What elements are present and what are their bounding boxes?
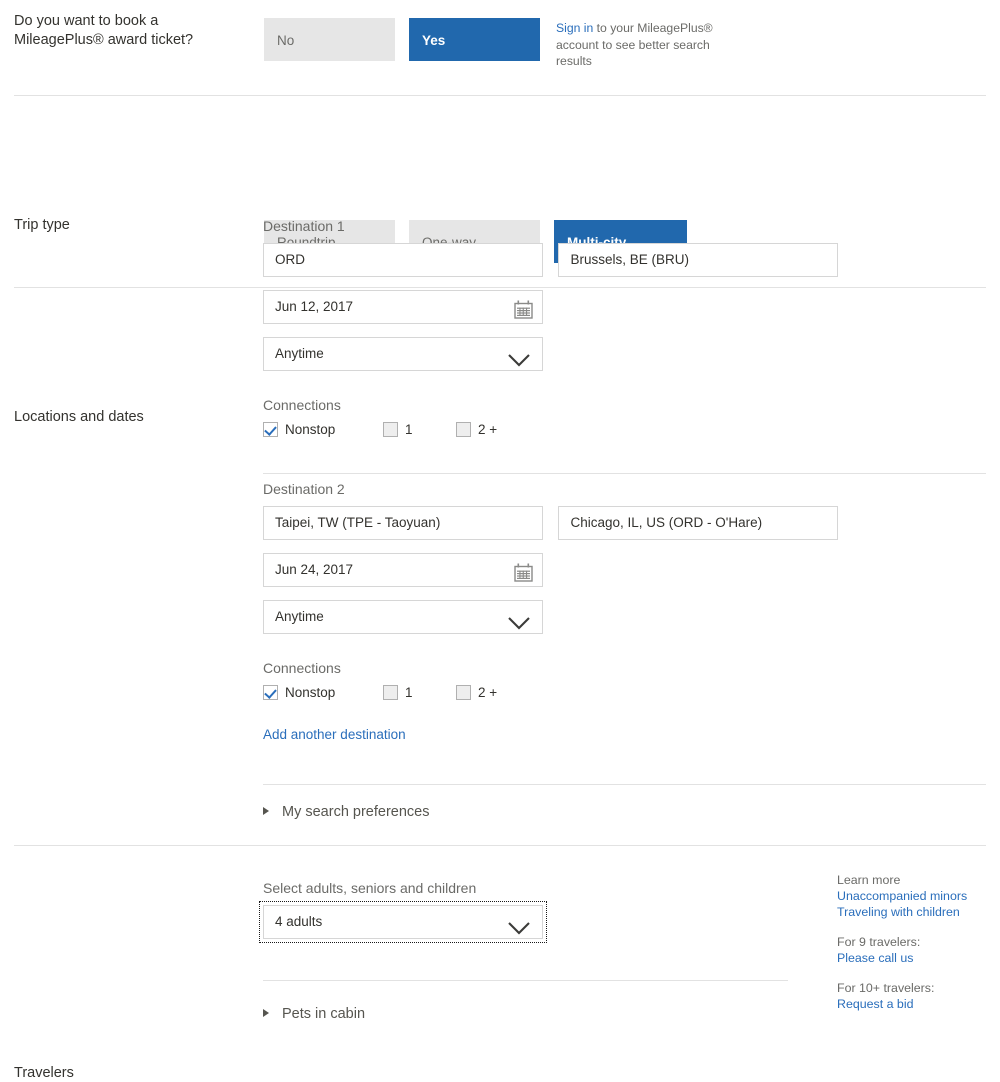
travelers-select-value: 4 adults bbox=[275, 914, 323, 929]
destination-2-block: Destination 2 Taipei, TW (TPE - Taoyuan)… bbox=[263, 481, 986, 785]
award-ticket-section: Do you want to book a MileagePlus® award… bbox=[0, 0, 1000, 96]
chevron-down-icon bbox=[508, 915, 530, 935]
chevron-down-icon bbox=[508, 610, 530, 630]
add-another-destination-link[interactable]: Add another destination bbox=[263, 727, 406, 742]
search-preferences-row[interactable]: My search preferences bbox=[263, 803, 429, 821]
destination-2-origin-input[interactable]: Taipei, TW (TPE - Taoyuan) bbox=[263, 506, 543, 540]
destination-1-time-select[interactable]: Anytime bbox=[263, 337, 543, 371]
traveling-with-children-link[interactable]: Traveling with children bbox=[837, 904, 997, 920]
destination-2-connections-row: Nonstop 1 2 + bbox=[263, 685, 986, 700]
connection-label: 1 bbox=[405, 422, 413, 437]
check-icon[interactable] bbox=[263, 685, 278, 700]
travelers-help-rail: Learn more Unaccompanied minors Travelin… bbox=[837, 872, 997, 1026]
destination-1-destination-input[interactable]: Brussels, BE (BRU) bbox=[558, 243, 839, 277]
destination-2-connection-1[interactable]: 1 bbox=[383, 685, 456, 700]
calendar-icon[interactable] bbox=[514, 299, 533, 319]
search-preferences-disclosure[interactable]: My search preferences bbox=[263, 804, 429, 820]
destination-1-connection-2plus[interactable]: 2 + bbox=[456, 422, 497, 437]
connection-label: 2 + bbox=[478, 685, 498, 700]
checkbox-box[interactable] bbox=[456, 685, 471, 700]
destination-1-connection-1[interactable]: 1 bbox=[383, 422, 456, 437]
connection-label: Nonstop bbox=[285, 422, 336, 437]
destination-1-date-value: Jun 12, 2017 bbox=[275, 299, 354, 314]
destination-1-date-input[interactable]: Jun 12, 2017 bbox=[263, 290, 543, 324]
destination-2-heading: Destination 2 bbox=[263, 481, 345, 497]
destination-1-connections-row: Nonstop 1 2 + bbox=[263, 422, 986, 437]
check-icon[interactable] bbox=[263, 422, 278, 437]
connection-label: 1 bbox=[405, 685, 413, 700]
for-9-travelers-group: For 9 travelers: Please call us bbox=[837, 934, 997, 966]
checkbox-box[interactable] bbox=[383, 685, 398, 700]
triangle-right-icon bbox=[263, 807, 269, 815]
chevron-down-icon bbox=[508, 347, 530, 367]
destination-1-block: Destination 1 ORD Brussels, BE (BRU) Jun… bbox=[263, 218, 986, 474]
unaccompanied-minors-link[interactable]: Unaccompanied minors bbox=[837, 888, 997, 904]
travelers-select-label: Select adults, seniors and children bbox=[263, 880, 477, 896]
for-10-travelers-group: For 10+ travelers: Request a bid bbox=[837, 980, 997, 1012]
trip-type-section: Trip type Roundtrip One-way Multi-city bbox=[0, 96, 1000, 288]
destination-2-time-value: Anytime bbox=[275, 609, 324, 624]
destination-2-date-input[interactable]: Jun 24, 2017 bbox=[263, 553, 543, 587]
destination-1-connections-label: Connections bbox=[263, 397, 341, 413]
destination-2-date-value: Jun 24, 2017 bbox=[275, 562, 354, 577]
destination-2-time-select[interactable]: Anytime bbox=[263, 600, 543, 634]
signin-note: Sign in to your MileagePlus® account to … bbox=[556, 20, 721, 70]
learn-more-group: Learn more Unaccompanied minors Travelin… bbox=[837, 872, 997, 920]
travelers-select[interactable]: 4 adults bbox=[259, 901, 547, 943]
destination-2-connection-nonstop[interactable]: Nonstop bbox=[263, 685, 383, 700]
signin-link[interactable]: Sign in bbox=[556, 21, 593, 35]
destination-1-connection-nonstop[interactable]: Nonstop bbox=[263, 422, 383, 437]
search-preferences-label: My search preferences bbox=[282, 804, 430, 820]
destination-2-connections-label: Connections bbox=[263, 660, 341, 676]
divider-locations bbox=[14, 845, 986, 846]
checkbox-box[interactable] bbox=[456, 422, 471, 437]
award-question-label: Do you want to book a MileagePlus® award… bbox=[14, 13, 194, 48]
destination-1-heading: Destination 1 bbox=[263, 218, 345, 234]
trip-type-label: Trip type bbox=[14, 217, 70, 233]
destination-2-connection-2plus[interactable]: 2 + bbox=[456, 685, 497, 700]
for-9-travelers-label: For 9 travelers: bbox=[837, 935, 921, 949]
calendar-icon[interactable] bbox=[514, 562, 533, 582]
for-10-travelers-label: For 10+ travelers: bbox=[837, 981, 935, 995]
award-option-yes[interactable]: Yes bbox=[409, 18, 540, 61]
divider-add-destination bbox=[263, 784, 986, 785]
locations-and-dates-label: Locations and dates bbox=[14, 409, 144, 425]
award-option-no[interactable]: No bbox=[264, 18, 395, 61]
please-call-us-link[interactable]: Please call us bbox=[837, 950, 997, 966]
divider-destination-1 bbox=[263, 473, 986, 474]
request-a-bid-link[interactable]: Request a bid bbox=[837, 996, 997, 1012]
connection-label: 2 + bbox=[478, 422, 498, 437]
destination-1-time-value: Anytime bbox=[275, 346, 324, 361]
destination-1-origin-input[interactable]: ORD bbox=[263, 243, 543, 277]
triangle-right-icon bbox=[263, 1009, 269, 1017]
travelers-block: Select adults, seniors and children 4 ad… bbox=[259, 880, 788, 1023]
pets-in-cabin-label: Pets in cabin bbox=[282, 1006, 366, 1022]
destination-2-destination-input[interactable]: Chicago, IL, US (ORD - O'Hare) bbox=[558, 506, 839, 540]
checkbox-box[interactable] bbox=[383, 422, 398, 437]
pets-in-cabin-disclosure[interactable]: Pets in cabin bbox=[263, 1006, 365, 1022]
learn-more-label: Learn more bbox=[837, 873, 901, 887]
connection-label: Nonstop bbox=[285, 685, 336, 700]
travelers-label: Travelers bbox=[14, 1065, 74, 1081]
